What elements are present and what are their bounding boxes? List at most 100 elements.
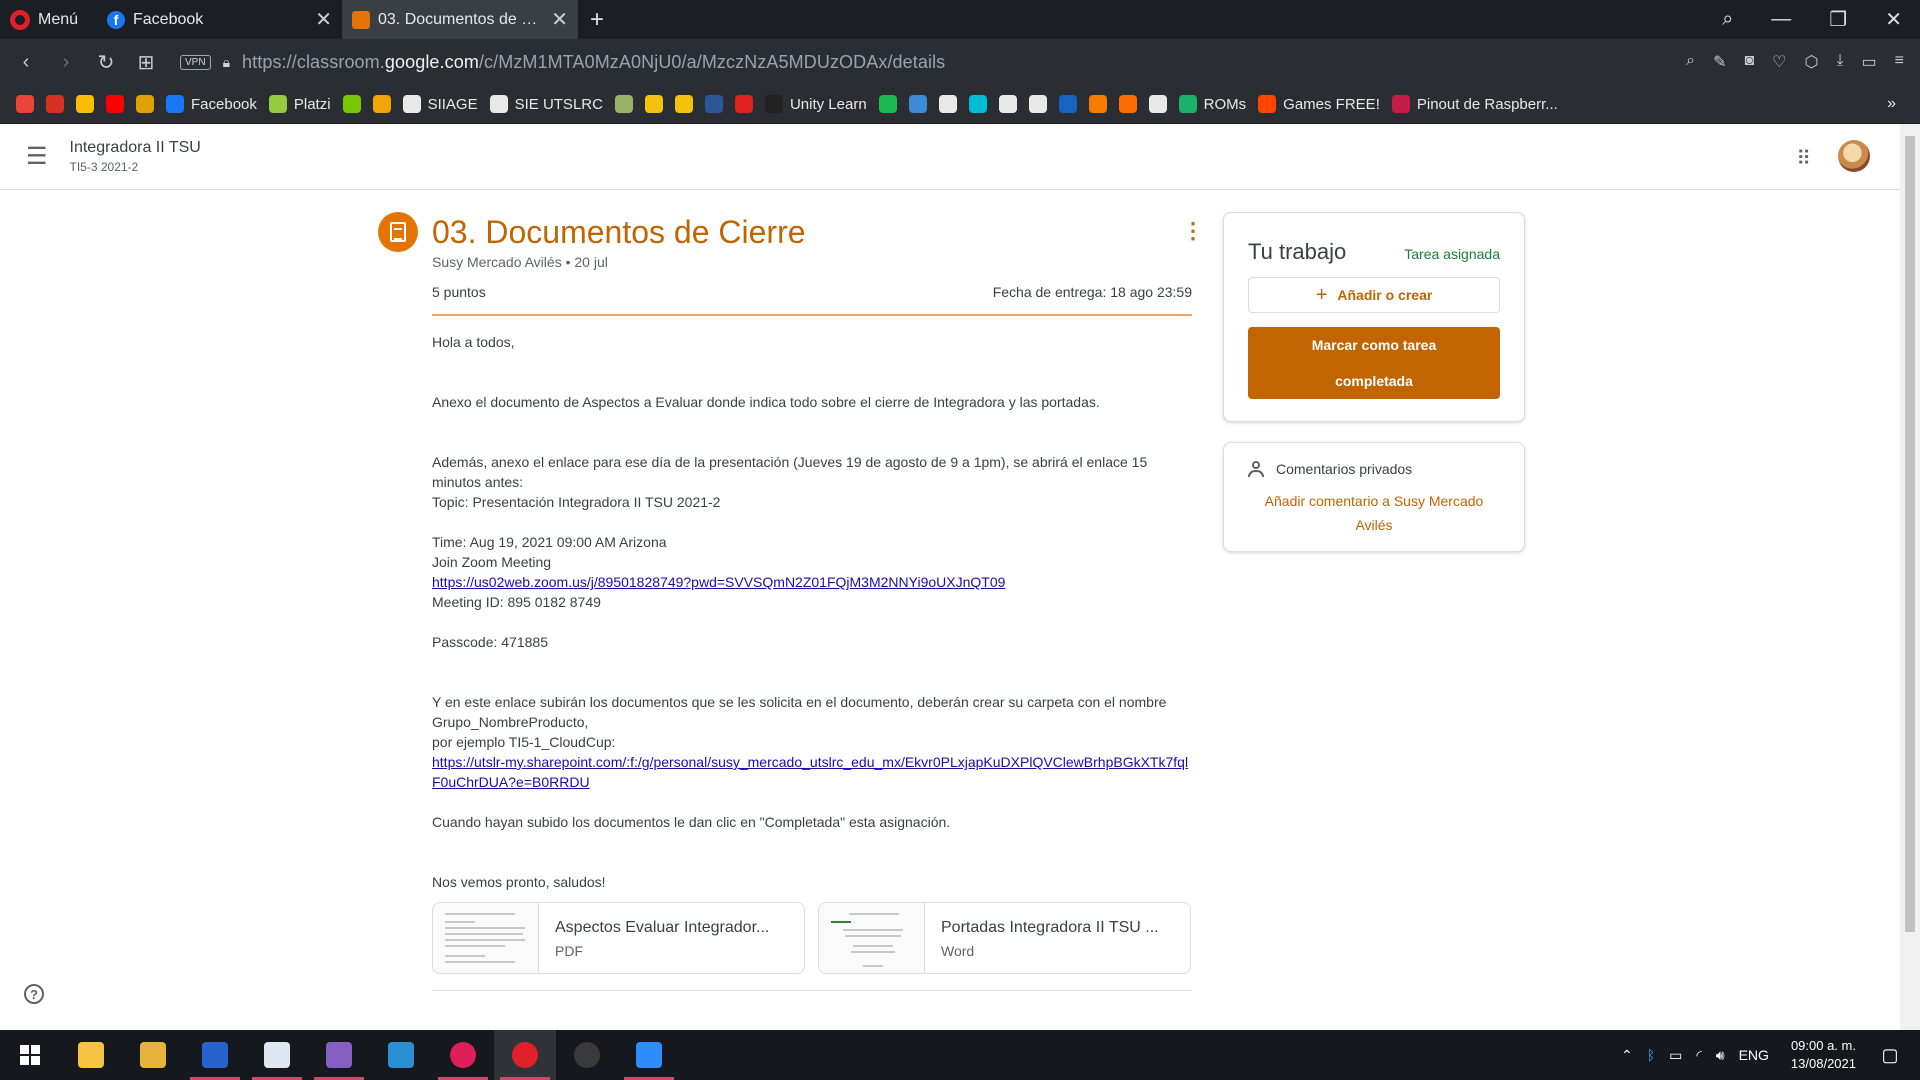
body-paragraph: Cuando hayan subido los documentos le da… [432, 814, 951, 830]
taskbar-app-todo[interactable] [184, 1030, 246, 1080]
course-name[interactable]: Integradora II TSU [70, 139, 201, 157]
bookmark-item[interactable] [908, 95, 927, 113]
bookmark-item[interactable]: ROMs [1178, 95, 1246, 113]
scrollbar-thumb[interactable] [1905, 136, 1915, 932]
google-apps-icon[interactable]: ⠿ [1796, 146, 1812, 171]
tab-facebook[interactable]: f Facebook ✕ [97, 0, 342, 39]
bookmark-item[interactable] [16, 95, 34, 113]
taskbar-app-slack[interactable] [432, 1030, 494, 1080]
bookmark-item[interactable] [968, 95, 987, 113]
volume-icon[interactable]: 🔊︎ [1716, 1047, 1725, 1064]
battery-icon[interactable]: ▭ [1669, 1047, 1682, 1064]
bookmark-item[interactable] [704, 95, 723, 113]
bookmark-item[interactable]: Platzi [268, 95, 331, 113]
bookmark-item[interactable] [76, 95, 94, 113]
cube-icon[interactable]: ⬡ [1804, 52, 1818, 72]
language-indicator[interactable]: ENG [1739, 1047, 1769, 1063]
close-tab-icon[interactable]: ✕ [315, 7, 332, 32]
body-link[interactable]: https://us02web.zoom.us/j/89501828749?pw… [432, 574, 1005, 590]
forward-icon[interactable]: › [46, 51, 86, 74]
taskbar-app-obs[interactable] [556, 1030, 618, 1080]
heart-icon[interactable]: ♡ [1772, 52, 1786, 72]
main-menu-icon[interactable]: ☰ [26, 142, 48, 171]
speed-dial-icon[interactable]: ⊞ [126, 50, 166, 75]
bookmark-item[interactable] [1118, 95, 1137, 113]
add-private-comment-link[interactable]: Añadir comentario a Susy Mercado Avilés [1248, 489, 1500, 537]
course-info[interactable]: Integradora II TSU TI5-3 2021-2 [70, 139, 201, 174]
taskbar-app-visual-studio[interactable] [308, 1030, 370, 1080]
taskbar-app-folder[interactable] [122, 1030, 184, 1080]
taskbar-app-vscode[interactable] [370, 1030, 432, 1080]
bookmark-item[interactable] [342, 95, 361, 113]
camera-icon[interactable]: ◙ [1744, 52, 1754, 72]
add-or-create-button[interactable]: + Añadir o crear [1248, 277, 1500, 313]
search-tabs-icon[interactable]: ⌕ [1722, 8, 1733, 31]
bookmark-item[interactable]: SIIAGE [402, 95, 478, 113]
chevron-up-icon[interactable]: ⌃ [1621, 1047, 1633, 1064]
classroom-page: ☰ Integradora II TSU TI5-3 2021-2 ⠿ 03. … [0, 124, 1900, 1030]
address-bar: ‹ › ↻ ⊞ VPN 🔒︎ https://classroom.google.… [0, 39, 1920, 85]
bookmark-item[interactable] [938, 95, 957, 113]
bookmark-item[interactable]: SIE UTSLRC [489, 95, 603, 113]
restore-icon[interactable]: ❐ [1829, 7, 1847, 32]
bookmark-item[interactable]: Pinout de Raspberr... [1391, 95, 1558, 113]
bookmark-icon [734, 95, 753, 113]
close-window-icon[interactable]: ✕ [1885, 7, 1902, 32]
more-options-icon[interactable]: ⋮ [1182, 218, 1204, 244]
bookmark-icon [644, 95, 663, 113]
bookmark-item[interactable] [106, 95, 124, 113]
minimize-icon[interactable]: — [1771, 8, 1791, 31]
bookmark-item[interactable] [1088, 95, 1107, 113]
url-field[interactable]: https://classroom.google.com/c/MzM1MTA0M… [242, 52, 945, 73]
opera-menu-button[interactable]: Menú [0, 0, 97, 39]
bookmark-item[interactable] [372, 95, 391, 113]
new-tab-button[interactable]: + [578, 6, 616, 34]
start-button[interactable] [0, 1045, 60, 1065]
reload-icon[interactable]: ↻ [86, 50, 126, 75]
taskbar-app-opera[interactable] [494, 1030, 556, 1080]
avatar[interactable] [1838, 140, 1870, 172]
body-paragraph: Nos vemos pronto, saludos! [432, 874, 606, 890]
bookmark-item[interactable]: Facebook [166, 95, 257, 113]
page-scrollbar[interactable] [1900, 124, 1920, 1030]
more-bookmarks-icon[interactable]: » [1887, 95, 1920, 113]
attachment-card[interactable]: Aspectos Evaluar Integrador... PDF [432, 902, 805, 974]
body-link[interactable]: https://utslr-my.sharepoint.com/:f:/g/pe… [432, 754, 1188, 790]
bookmark-item[interactable] [614, 95, 633, 113]
bookmark-item[interactable] [998, 95, 1017, 113]
easy-setup-icon[interactable]: ≡ [1895, 52, 1904, 72]
bookmark-item[interactable] [674, 95, 693, 113]
bookmark-item[interactable] [46, 95, 64, 113]
body-paragraph: por ejemplo TI5-1_CloudCup: [432, 734, 616, 750]
mark-as-done-button[interactable]: Marcar como tarea completada [1248, 327, 1500, 399]
bookmark-item[interactable] [1058, 95, 1077, 113]
bookmark-item[interactable]: Games FREE! [1258, 95, 1380, 113]
bookmark-item[interactable] [1148, 95, 1167, 113]
taskbar-app-zoom[interactable] [618, 1030, 680, 1080]
taskbar-app-file-explorer[interactable] [60, 1030, 122, 1080]
search-icon[interactable]: ⌕ [1686, 52, 1695, 72]
bookmark-item[interactable] [136, 95, 154, 113]
bookmark-item[interactable] [734, 95, 753, 113]
lock-icon[interactable]: 🔒︎ [223, 54, 230, 71]
tab-classroom[interactable]: 03. Documentos de Cierre ✕ [342, 0, 578, 39]
assignment-icon [378, 212, 418, 252]
notifications-icon[interactable]: ▢ [1870, 1045, 1910, 1066]
vpn-badge[interactable]: VPN [180, 54, 211, 70]
help-icon[interactable]: ? [24, 984, 44, 1004]
attachment-card[interactable]: Portadas Integradora II TSU ... Word [818, 902, 1191, 974]
back-icon[interactable]: ‹ [6, 51, 46, 74]
bookmark-item[interactable] [1028, 95, 1047, 113]
bluetooth-icon[interactable]: ᛒ [1647, 1047, 1655, 1063]
wifi-icon[interactable]: ◜ [1696, 1047, 1701, 1064]
bookmark-item[interactable]: Unity Learn [764, 95, 867, 113]
taskbar-app-notepad[interactable] [246, 1030, 308, 1080]
snapshot-edit-icon[interactable]: ✎ [1713, 52, 1726, 72]
bookmark-item[interactable] [878, 95, 897, 113]
download-icon[interactable]: ⤓ [1836, 52, 1843, 72]
body-paragraph [432, 432, 1192, 452]
battery-saver-icon[interactable]: ▭ [1862, 52, 1877, 72]
bookmark-item[interactable] [644, 95, 663, 113]
close-tab-icon[interactable]: ✕ [551, 7, 568, 32]
clock[interactable]: 09:00 a. m. 13/08/2021 [1791, 1037, 1856, 1073]
